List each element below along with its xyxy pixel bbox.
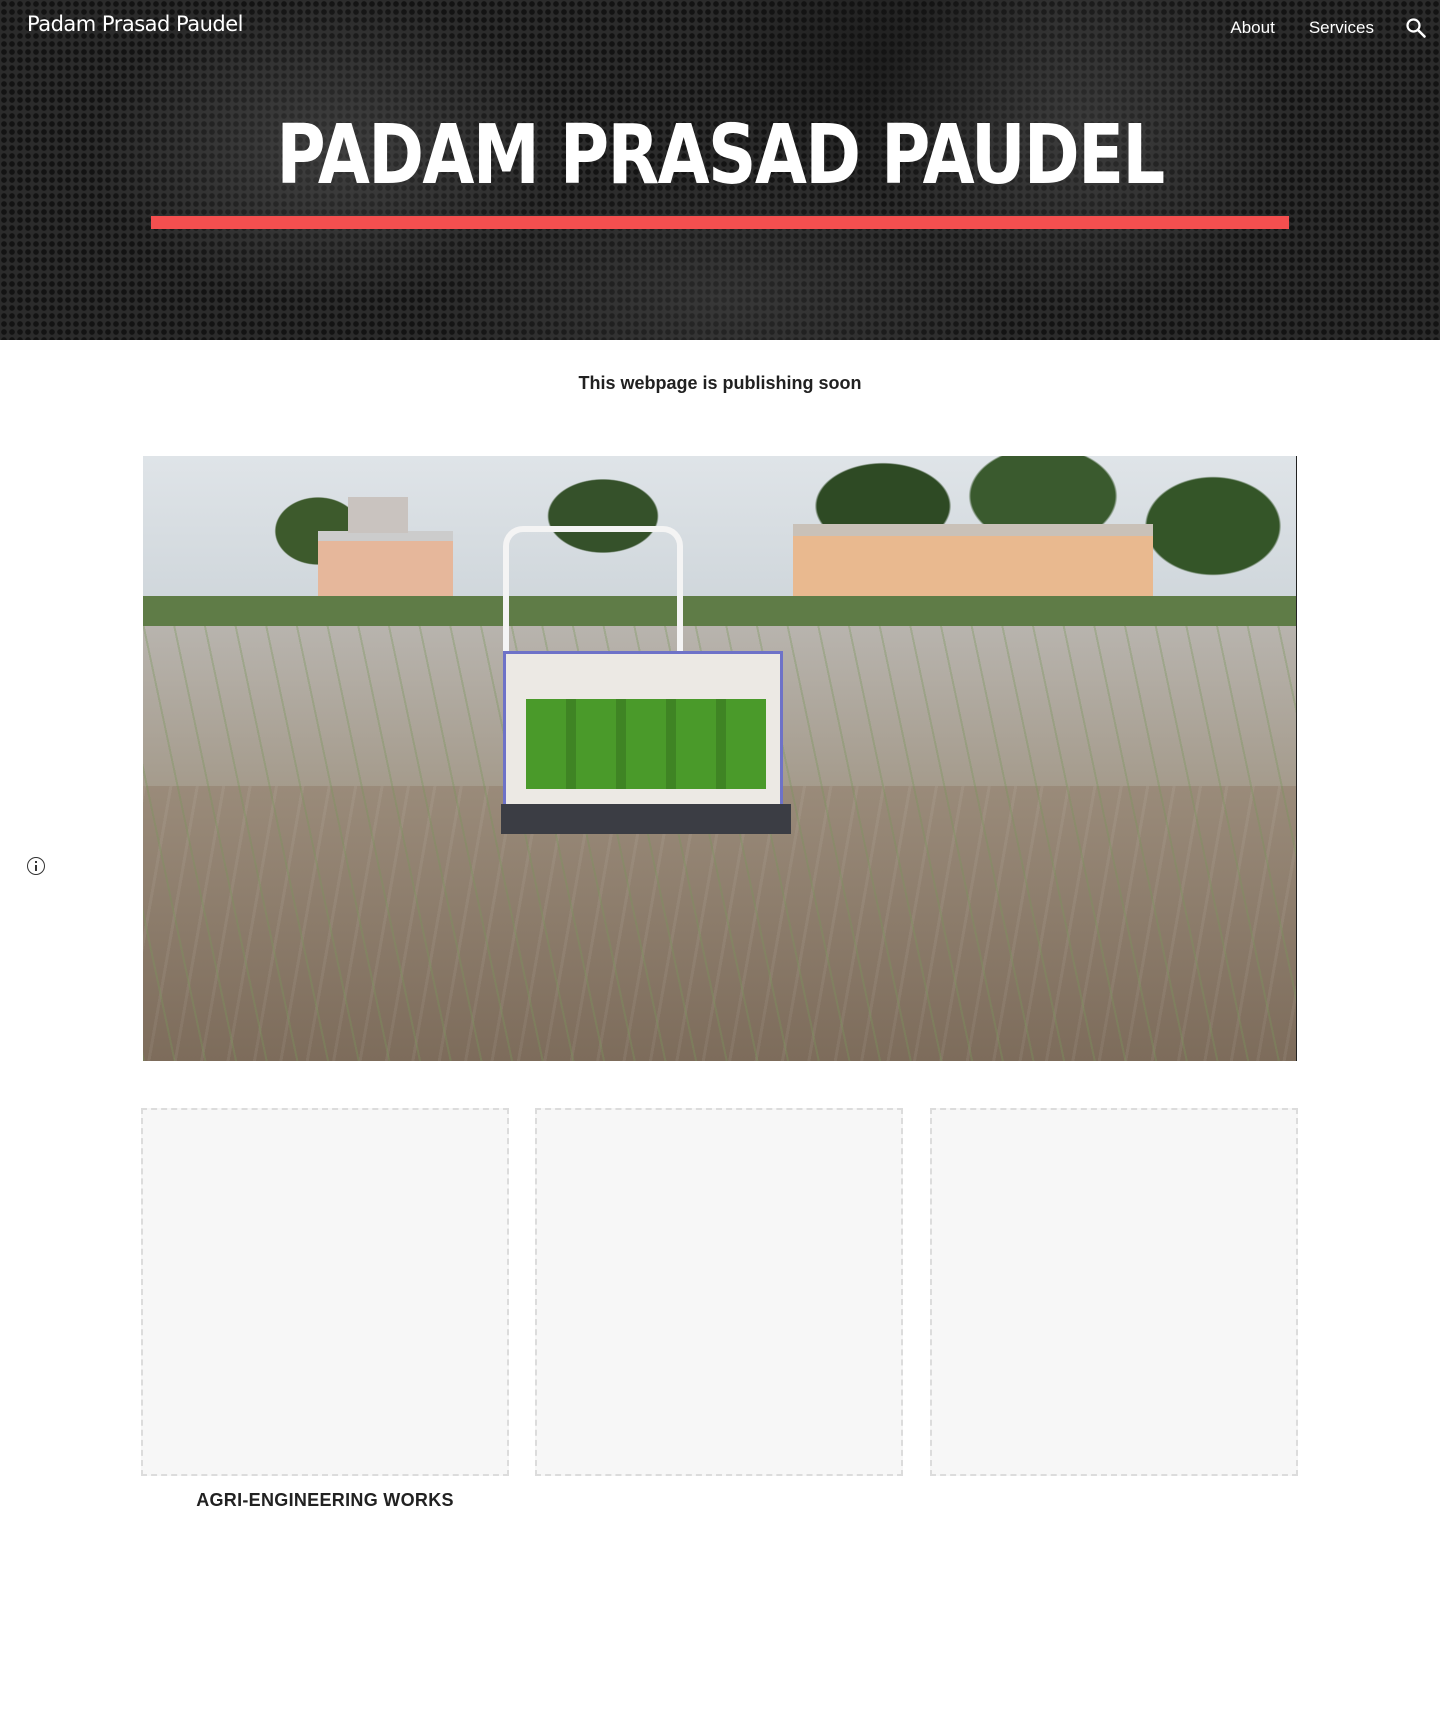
image-placeholder-card-1[interactable] [141, 1108, 509, 1476]
card-caption-agri-engineering: AGRI-ENGINEERING WORKS [196, 1490, 454, 1510]
nav-item-home[interactable]: ᅟᅟᅟᅟᅟᅟᅟᅟ [1101, 19, 1197, 38]
photo-machine-frame [503, 526, 683, 656]
title-underline [151, 216, 1289, 229]
photo-rice-transplanter [501, 651, 791, 834]
photo-house-right [793, 524, 1153, 599]
image-placeholder-card-3[interactable] [930, 1108, 1298, 1476]
info-icon[interactable] [27, 857, 45, 875]
hero-banner: Padam Prasad Paudel ᅟᅟᅟᅟᅟᅟᅟᅟ About Servi… [0, 0, 1440, 340]
rice-transplanter-photo [143, 456, 1297, 1061]
publishing-notice: This webpage is publishing soon [578, 373, 862, 393]
image-placeholder-card-2[interactable] [535, 1108, 903, 1476]
site-title[interactable]: Padam Prasad Paudel [27, 12, 244, 36]
page-title: PADAM PRASAD PAUDEL [276, 108, 1165, 203]
nav-item-services[interactable]: Services [1309, 18, 1374, 38]
top-navigation: ᅟᅟᅟᅟᅟᅟᅟᅟ About Services [1067, 0, 1440, 56]
nav-item-about[interactable]: About [1230, 18, 1274, 38]
search-icon[interactable] [1404, 16, 1428, 40]
